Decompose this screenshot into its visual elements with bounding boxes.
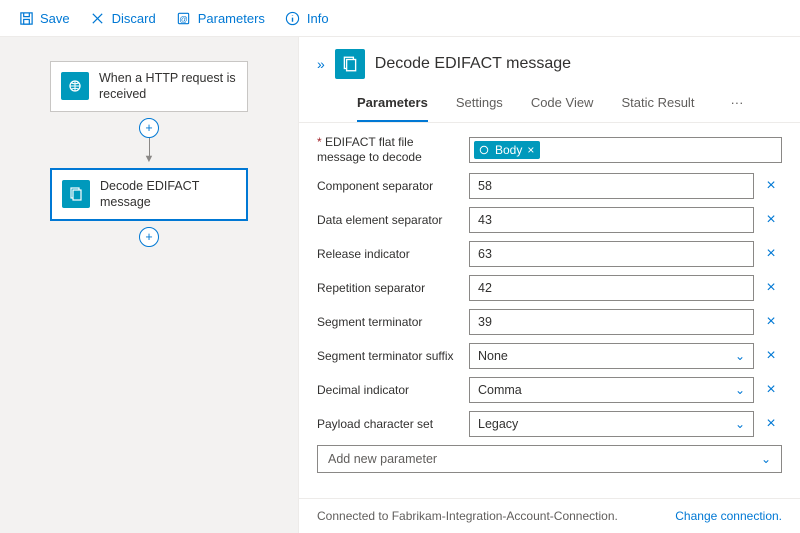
- toolbar: Save Discard @ Parameters Info: [0, 0, 800, 37]
- action-label: Decode EDIFACT message: [100, 178, 236, 211]
- tab-codeview[interactable]: Code View: [531, 89, 594, 122]
- repetition-label: Repetition separator: [317, 281, 461, 296]
- componentsep-input[interactable]: [469, 173, 754, 199]
- charset-value: Legacy: [478, 417, 518, 431]
- panel-action-icon: [335, 49, 365, 79]
- discard-icon: [90, 10, 106, 26]
- decimal-select[interactable]: Comma ⌄: [469, 377, 754, 403]
- chevron-down-icon: ⌄: [735, 417, 745, 431]
- change-connection-link[interactable]: Change connection.: [675, 509, 782, 523]
- charset-select[interactable]: Legacy ⌄: [469, 411, 754, 437]
- tab-staticresult[interactable]: Static Result: [621, 89, 694, 122]
- collapse-panel-icon[interactable]: »: [317, 56, 325, 72]
- segtermsuf-clear[interactable]: ×: [760, 345, 782, 367]
- release-input[interactable]: [469, 241, 754, 267]
- svg-text:@: @: [179, 13, 188, 23]
- body-token[interactable]: Body ×: [474, 141, 540, 159]
- tab-settings[interactable]: Settings: [456, 89, 503, 122]
- add-parameter-select[interactable]: Add new parameter ⌄: [317, 445, 782, 473]
- segtermsuf-label: Segment terminator suffix: [317, 349, 461, 364]
- panel-tabs: Parameters Settings Code View Static Res…: [299, 79, 800, 123]
- componentsep-clear[interactable]: ×: [760, 175, 782, 197]
- chevron-down-icon: ⌄: [761, 452, 771, 466]
- elementsep-input[interactable]: [469, 207, 754, 233]
- parameters-icon: @: [176, 10, 192, 26]
- tab-more[interactable]: ···: [722, 89, 751, 122]
- panel-title: Decode EDIFACT message: [375, 55, 571, 73]
- trigger-node[interactable]: When a HTTP request is received: [50, 61, 248, 112]
- add-parameter-label: Add new parameter: [328, 452, 437, 466]
- details-panel: » Decode EDIFACT message Parameters Sett…: [298, 37, 800, 533]
- repetition-clear[interactable]: ×: [760, 277, 782, 299]
- token-icon: [478, 144, 490, 156]
- segtermsuf-value: None: [478, 349, 508, 363]
- decimal-label: Decimal indicator: [317, 383, 461, 398]
- connector-arrow: + ▼: [139, 112, 159, 169]
- componentsep-label: Component separator: [317, 179, 461, 194]
- token-remove-icon[interactable]: ×: [527, 143, 534, 157]
- release-label: Release indicator: [317, 247, 461, 262]
- token-label: Body: [495, 143, 522, 157]
- chevron-down-icon: ⌄: [735, 383, 745, 397]
- discard-button[interactable]: Discard: [82, 6, 164, 30]
- save-label: Save: [40, 11, 70, 26]
- chevron-down-icon: ⌄: [735, 349, 745, 363]
- parameters-label: Parameters: [198, 11, 265, 26]
- segterm-label: Segment terminator: [317, 315, 461, 330]
- repetition-input[interactable]: [469, 275, 754, 301]
- elementsep-label: Data element separator: [317, 213, 461, 228]
- info-label: Info: [307, 11, 329, 26]
- charset-clear[interactable]: ×: [760, 413, 782, 435]
- decimal-value: Comma: [478, 383, 522, 397]
- segterm-clear[interactable]: ×: [760, 311, 782, 333]
- segtermsuf-select[interactable]: None ⌄: [469, 343, 754, 369]
- http-trigger-icon: [61, 72, 89, 100]
- discard-label: Discard: [112, 11, 156, 26]
- add-step-button[interactable]: +: [139, 118, 159, 138]
- connection-status: Connected to Fabrikam-Integration-Accoun…: [317, 509, 618, 523]
- parameters-form: * EDIFACT flat file message to decode Bo…: [299, 123, 800, 498]
- edifact-action-icon: [62, 180, 90, 208]
- release-clear[interactable]: ×: [760, 243, 782, 265]
- decimal-clear[interactable]: ×: [760, 379, 782, 401]
- info-button[interactable]: Info: [277, 6, 337, 30]
- segterm-input[interactable]: [469, 309, 754, 335]
- action-node-decode[interactable]: Decode EDIFACT message: [50, 168, 248, 221]
- tab-parameters[interactable]: Parameters: [357, 89, 428, 122]
- charset-label: Payload character set: [317, 417, 461, 432]
- save-button[interactable]: Save: [10, 6, 78, 30]
- save-icon: [18, 10, 34, 26]
- add-step-button-end[interactable]: +: [139, 227, 159, 247]
- elementsep-clear[interactable]: ×: [760, 209, 782, 231]
- info-icon: [285, 10, 301, 26]
- connector-end: +: [139, 221, 159, 253]
- designer-canvas: When a HTTP request is received + ▼ Deco…: [0, 37, 298, 533]
- flatfile-label: * EDIFACT flat file message to decode: [317, 135, 461, 165]
- trigger-label: When a HTTP request is received: [99, 70, 237, 103]
- connection-footer: Connected to Fabrikam-Integration-Accoun…: [299, 498, 800, 533]
- flatfile-input[interactable]: Body ×: [469, 137, 782, 163]
- parameters-button[interactable]: @ Parameters: [168, 6, 273, 30]
